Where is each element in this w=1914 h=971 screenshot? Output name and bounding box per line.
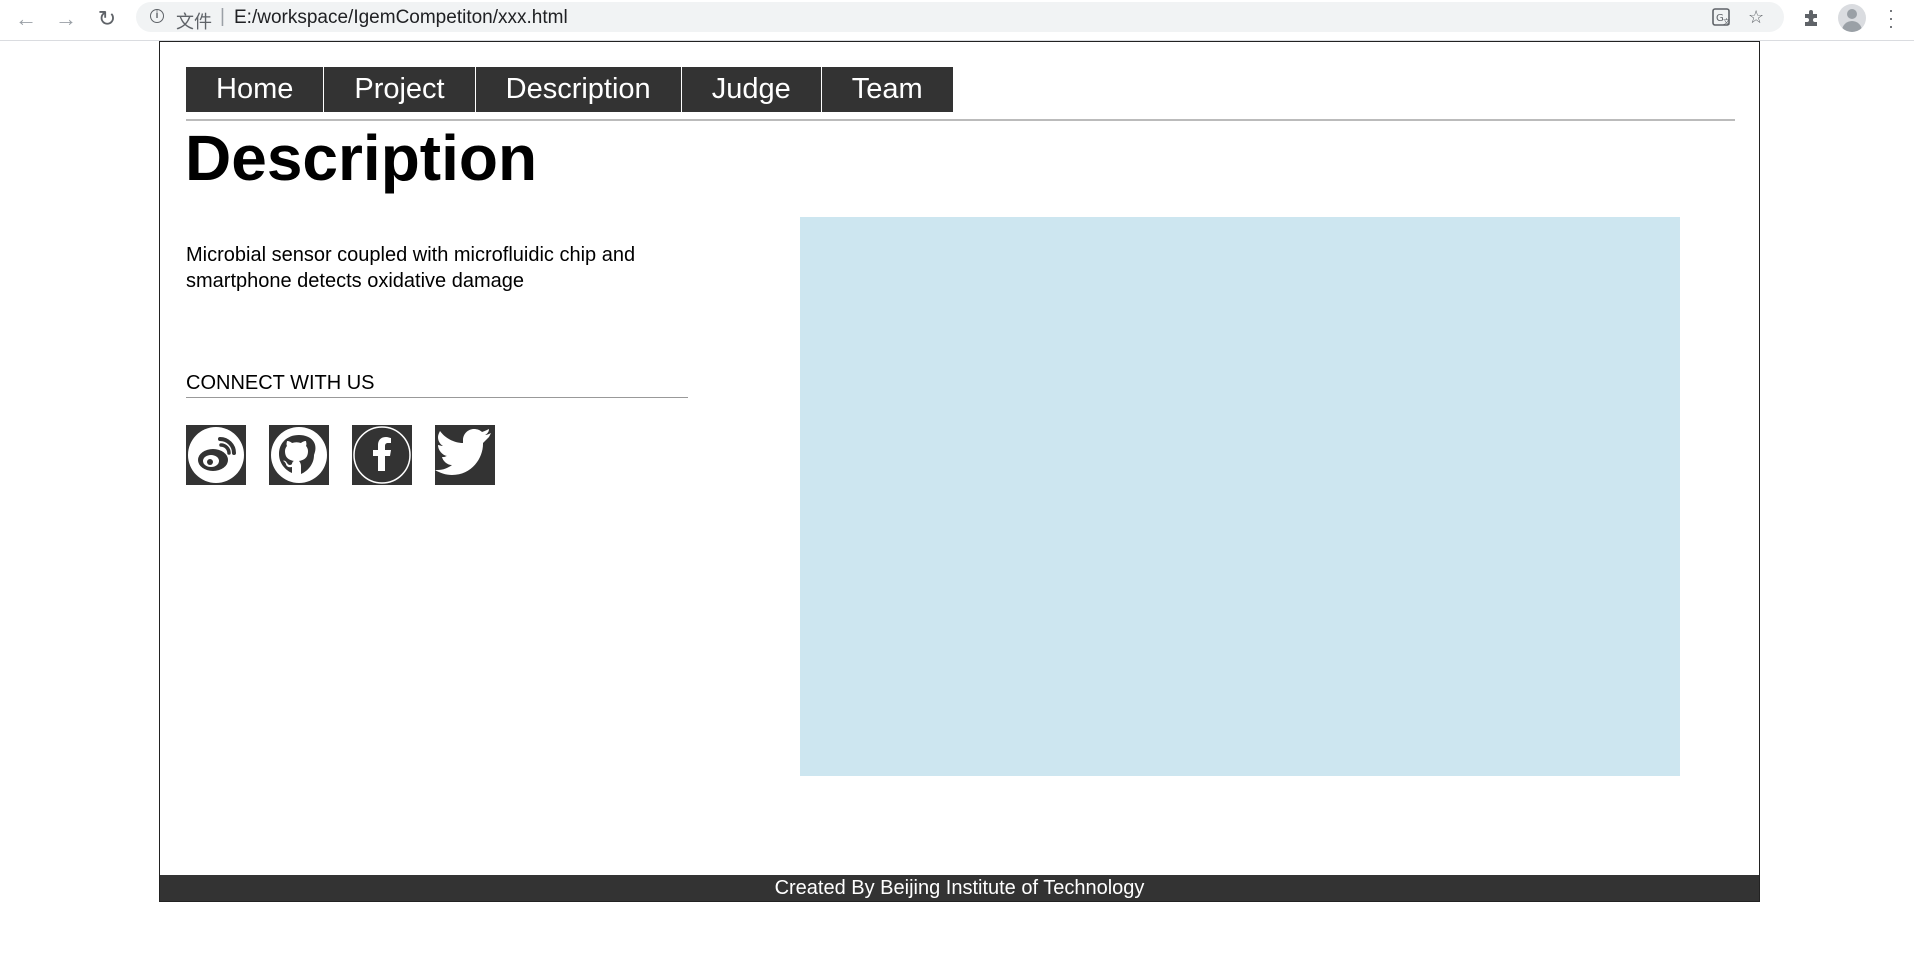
nav-divider xyxy=(186,119,1735,121)
weibo-icon[interactable] xyxy=(186,425,246,485)
menu-dots-icon[interactable]: · · · xyxy=(1888,1,1894,35)
page-frame: Home Project Description Judge Team Desc… xyxy=(159,41,1760,902)
star-icon[interactable]: ☆ xyxy=(1748,7,1764,28)
project-description: Microbial sensor coupled with microfluid… xyxy=(186,244,636,292)
browser-toolbar: ← → ↻ i 文件 | E:/workspace/IgemCompetiton… xyxy=(0,0,1914,41)
nav-item-home[interactable]: Home xyxy=(186,67,325,112)
main-navbar: Home Project Description Judge Team xyxy=(186,67,953,112)
github-icon[interactable] xyxy=(269,425,329,485)
svg-text:文: 文 xyxy=(1723,17,1730,26)
page-title: Description xyxy=(185,122,538,194)
forward-arrow-icon[interactable]: → xyxy=(54,8,78,32)
profile-avatar-icon[interactable] xyxy=(1838,4,1866,32)
back-arrow-icon[interactable]: ← xyxy=(14,8,38,32)
address-bar[interactable]: i 文件 | E:/workspace/IgemCompetiton/xxx.h… xyxy=(136,2,1784,33)
nav-item-team[interactable]: Team xyxy=(822,67,953,112)
translate-icon[interactable]: G文 xyxy=(1712,7,1732,32)
scheme-label: 文件 xyxy=(176,12,212,33)
nav-item-description[interactable]: Description xyxy=(476,67,682,112)
address-separator: | xyxy=(220,6,225,27)
page-footer: Created By Beijing Institute of Technolo… xyxy=(160,875,1759,901)
nav-item-judge[interactable]: Judge xyxy=(682,67,822,112)
facebook-icon[interactable] xyxy=(352,425,412,485)
twitter-icon[interactable] xyxy=(435,425,495,485)
info-icon[interactable]: i xyxy=(150,9,164,23)
extensions-icon[interactable] xyxy=(1801,8,1821,33)
nav-item-project[interactable]: Project xyxy=(324,67,476,112)
connect-heading: CONNECT WITH US xyxy=(186,372,688,398)
url-text[interactable]: E:/workspace/IgemCompetiton/xxx.html xyxy=(234,7,568,29)
project-image-placeholder xyxy=(800,217,1680,776)
reload-icon[interactable]: ↻ xyxy=(95,8,119,32)
